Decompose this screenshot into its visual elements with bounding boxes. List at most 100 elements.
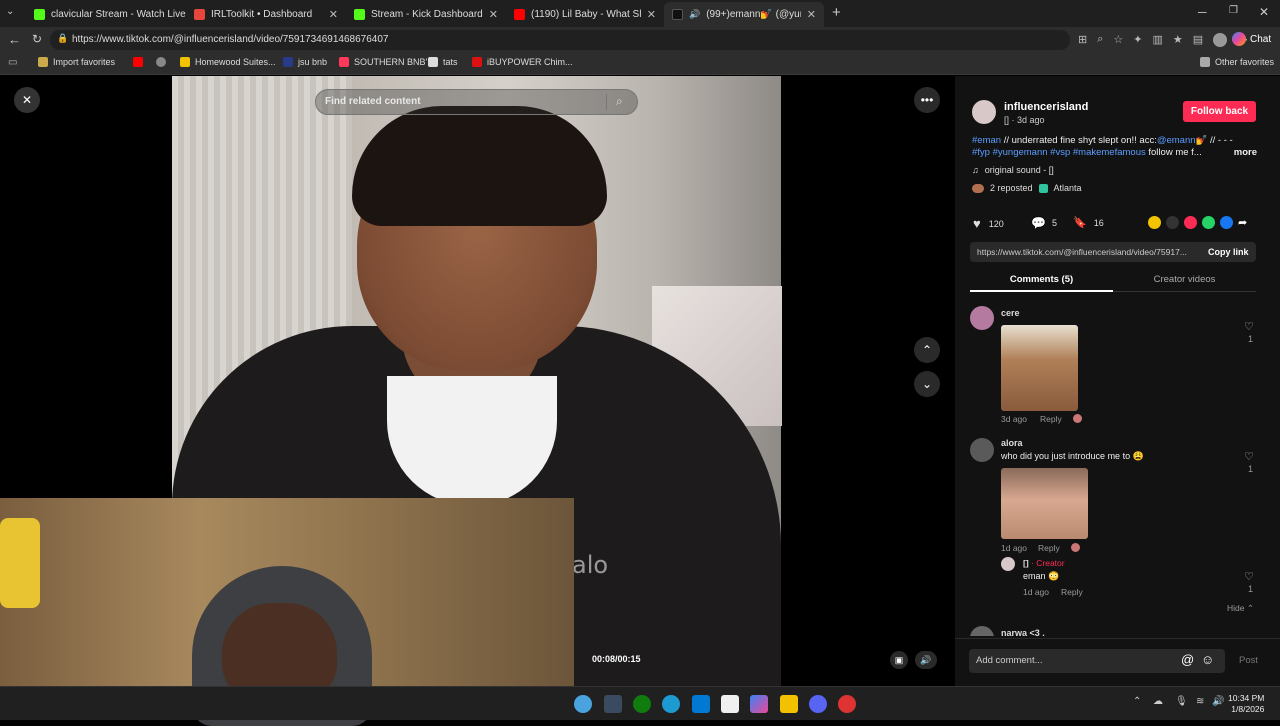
store-icon[interactable] (692, 695, 710, 713)
coin-icon[interactable] (1148, 216, 1161, 229)
task-view-icon[interactable] (604, 695, 622, 713)
favorites-icon[interactable]: ★ (1173, 33, 1183, 47)
edge-icon[interactable] (662, 695, 680, 713)
previous-video-button[interactable]: ⌃ (914, 337, 940, 363)
bookmark-globe[interactable] (156, 57, 166, 67)
tab-clavicular[interactable]: clavicular Stream - Watch Live on ✕ (26, 2, 186, 27)
app-icon[interactable] (838, 695, 856, 713)
copilot-chat-button[interactable]: Chat (1232, 32, 1271, 46)
pip-icon[interactable]: ▣ (890, 651, 908, 669)
author-avatar[interactable] (972, 100, 996, 124)
speaker-icon[interactable]: 🔊 (689, 9, 700, 20)
save-action[interactable]: 🔖 16 (1073, 216, 1104, 229)
tab-youtube[interactable]: (1190) Lil Baby - What She Like (A ✕ (506, 2, 664, 27)
add-comment-input[interactable]: Add comment... @ ☺ (969, 649, 1225, 673)
bookmark-tats[interactable]: tats (428, 57, 458, 67)
comment-like-icon[interactable]: ♡ (1244, 570, 1254, 583)
collections-icon[interactable]: ▤ (1193, 33, 1203, 47)
share-arrow-icon[interactable]: ➦ (1238, 216, 1247, 229)
xbox-icon[interactable] (633, 695, 651, 713)
hide-replies-button[interactable]: Hide ⌃ (1227, 603, 1254, 614)
close-video-button[interactable]: ✕ (14, 87, 40, 113)
split-screen-icon[interactable]: ▥ (1152, 33, 1162, 47)
tray-chevron-icon[interactable]: ⌃ (1133, 696, 1141, 707)
comment-like-icon[interactable]: ♡ (1244, 320, 1254, 333)
more-link[interactable]: more (1234, 147, 1257, 159)
bookmark-other-favorites[interactable]: Other favorites (1200, 57, 1274, 67)
tab-list-menu-button[interactable]: ⌄ (6, 6, 14, 17)
reply-button[interactable]: Reply (1061, 587, 1083, 597)
find-related-search[interactable]: Find related content ⌕ (315, 89, 638, 115)
comment-gif[interactable] (1001, 468, 1088, 539)
mention-icon[interactable]: @ (1181, 652, 1194, 667)
tab-creator-videos[interactable]: Creator videos (1113, 268, 1256, 292)
commenter-avatar[interactable] (970, 306, 994, 330)
replier-avatar[interactable] (1001, 557, 1015, 571)
back-button[interactable]: ← (8, 32, 21, 47)
send-icon[interactable] (1184, 216, 1197, 229)
close-icon[interactable]: ✕ (489, 8, 498, 21)
bookmark-youtube[interactable] (133, 57, 143, 67)
mic-icon[interactable]: 🎙 (1175, 696, 1188, 707)
location-name[interactable]: Atlanta (1054, 183, 1082, 193)
notepad-icon[interactable] (721, 695, 739, 713)
volume-tray-icon[interactable]: 🔊 (1212, 696, 1224, 707)
follow-back-button[interactable]: Follow back (1183, 101, 1256, 122)
close-icon[interactable]: ✕ (807, 8, 816, 21)
like-action[interactable]: ♥ 120 (973, 216, 1004, 231)
copilot-icon[interactable] (750, 695, 768, 713)
zoom-icon[interactable]: ⌕ (1097, 33, 1103, 47)
comment-action[interactable]: 💬 5 (1031, 216, 1057, 230)
sidebar-toggle-icon[interactable]: ▭ (8, 57, 17, 68)
extensions-icon[interactable]: ✦ (1133, 33, 1142, 47)
replier-name[interactable]: [] (1023, 558, 1029, 568)
author-username[interactable]: influencerisland (1004, 101, 1088, 113)
whatsapp-icon[interactable] (1202, 216, 1215, 229)
discord-icon[interactable] (809, 695, 827, 713)
commenter-avatar[interactable] (970, 438, 994, 462)
reply-button[interactable]: Reply (1038, 543, 1060, 553)
facebook-icon[interactable] (1220, 216, 1233, 229)
sound-row[interactable]: ♫ original sound - [] (972, 165, 1054, 175)
commenter-avatar[interactable] (970, 626, 994, 636)
post-button[interactable]: Post (1239, 655, 1258, 666)
comment-like-icon[interactable]: ♡ (1244, 450, 1254, 463)
commenter-name[interactable]: alora (1001, 438, 1023, 448)
reposted-count[interactable]: 2 reposted (990, 183, 1033, 193)
bookmark-southern-bnb[interactable]: SOUTHERN BNB' (339, 57, 427, 67)
url-field[interactable]: 🔒 https://www.tiktok.com/@influencerisla… (50, 30, 1070, 50)
embed-icon[interactable] (1166, 216, 1179, 229)
next-video-button[interactable]: ⌄ (914, 371, 940, 397)
tab-tiktok[interactable]: 🔊 (99+)emann💅 (@yungeman ✕ (664, 2, 824, 27)
bookmark-jsu-bnb[interactable]: jsu bnb (283, 57, 327, 67)
commenter-name[interactable]: cere (1001, 308, 1020, 318)
close-icon[interactable]: ✕ (329, 8, 338, 21)
wifi-icon[interactable]: ≋ (1196, 696, 1204, 707)
copy-link-button[interactable]: Copy link (1208, 247, 1249, 257)
mention[interactable]: @emann💅 (1157, 135, 1208, 146)
more-options-icon[interactable]: ••• (914, 87, 940, 113)
profile-avatar[interactable] (1213, 33, 1228, 47)
hashtags[interactable]: #fyp #yungemann #vsp #makemefamous (972, 147, 1146, 158)
refresh-button[interactable]: ↻ (32, 32, 42, 46)
weather-icon[interactable] (574, 695, 592, 713)
tab-kick-dashboard[interactable]: Stream - Kick Dashboard ✕ (346, 2, 506, 27)
clock[interactable]: 10:34 PM 1/8/2026 (1228, 693, 1264, 715)
commenter-name[interactable]: narwa <3 . (1001, 628, 1045, 636)
new-tab-button[interactable]: + (832, 4, 841, 21)
apps-icon[interactable]: ⊞ (1078, 33, 1087, 47)
comment-gif[interactable] (1001, 325, 1078, 411)
hashtag[interactable]: #eman (972, 135, 1001, 146)
close-window-button[interactable]: ✕ (1259, 5, 1269, 19)
network-icon[interactable]: ☁ (1153, 696, 1163, 707)
tab-comments[interactable]: Comments (5) (970, 268, 1113, 292)
bookmark-homewood[interactable]: Homewood Suites... (180, 57, 276, 67)
bookmark-import-favorites[interactable]: Import favorites (38, 57, 115, 67)
reply-button[interactable]: Reply (1040, 414, 1062, 424)
minimize-button[interactable]: ─ (1198, 5, 1207, 19)
emoji-icon[interactable]: ☺ (1201, 652, 1214, 667)
bookmark-ibuypower[interactable]: iBUYPOWER Chim... (472, 57, 573, 67)
favorite-star-icon[interactable]: ☆ (1113, 33, 1123, 47)
file-explorer-icon[interactable] (780, 695, 798, 713)
tab-irltoolkit[interactable]: IRLToolkit • Dashboard ✕ (186, 2, 346, 27)
